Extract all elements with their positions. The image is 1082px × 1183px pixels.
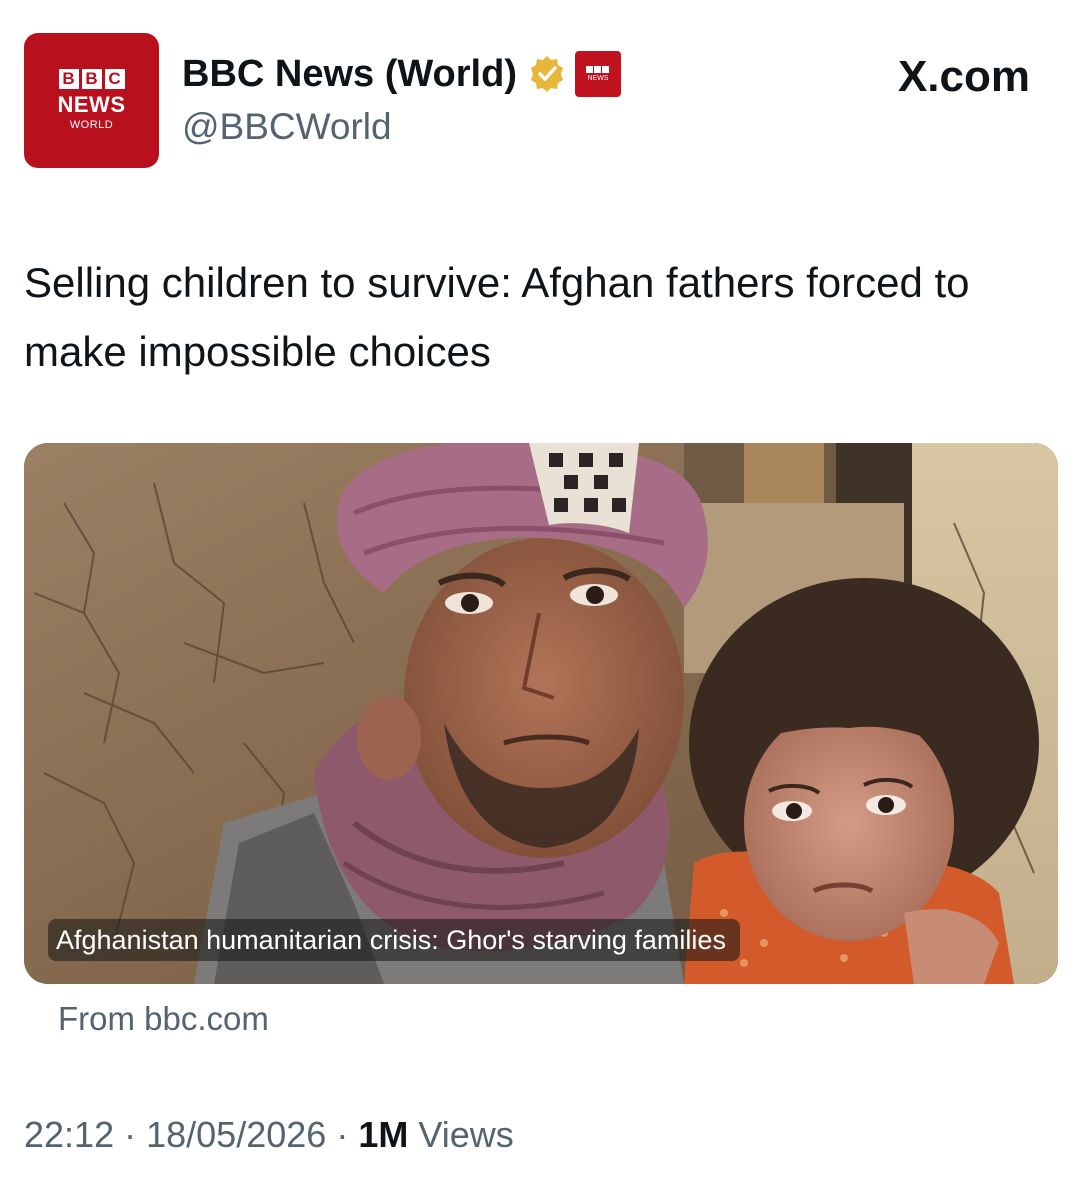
avatar-world-label: WORLD	[69, 118, 114, 131]
affiliate-badge[interactable]: NEWS	[574, 51, 621, 97]
views-count: 1M	[358, 1114, 409, 1155]
account-handle[interactable]: @BBCWorld	[182, 106, 392, 148]
meta-separator: ·	[124, 1114, 147, 1155]
display-name[interactable]: BBC News (World)	[182, 53, 517, 96]
affiliate-badge-label: NEWS	[587, 74, 609, 82]
bbc-logo-block: B	[81, 68, 102, 89]
verified-badge-icon[interactable]	[527, 54, 567, 94]
site-label: X.com	[898, 52, 1030, 102]
views-label: Views	[418, 1114, 514, 1155]
avatar-news-label: NEWS	[57, 91, 126, 117]
site-label-text: X.com	[897, 52, 1030, 101]
card-caption: Afghanistan humanitarian crisis: Ghor's …	[48, 919, 740, 961]
tweet-time[interactable]: 22:12	[24, 1114, 114, 1155]
affiliate-badge-logo	[586, 65, 610, 73]
tweet-date[interactable]: 18/05/2026	[146, 1114, 326, 1155]
card-source[interactable]: From bbc.com	[58, 1000, 269, 1038]
tweet-text: Selling children to survive: Afghan fath…	[24, 259, 970, 375]
bbc-logo-block: B	[58, 68, 79, 89]
article-photo	[24, 443, 1058, 984]
bbc-logo-block: C	[104, 68, 125, 89]
bbc-logo: B B C	[58, 68, 125, 89]
display-name-row: BBC News (World) NEWS	[182, 48, 621, 100]
meta-separator: ·	[336, 1114, 359, 1155]
link-card[interactable]: Afghanistan humanitarian crisis: Ghor's …	[24, 443, 1058, 984]
account-avatar[interactable]: B B C NEWS WORLD	[24, 33, 159, 168]
tweet-meta: 22:12 · 18/05/2026 · 1M Views	[24, 1114, 514, 1156]
